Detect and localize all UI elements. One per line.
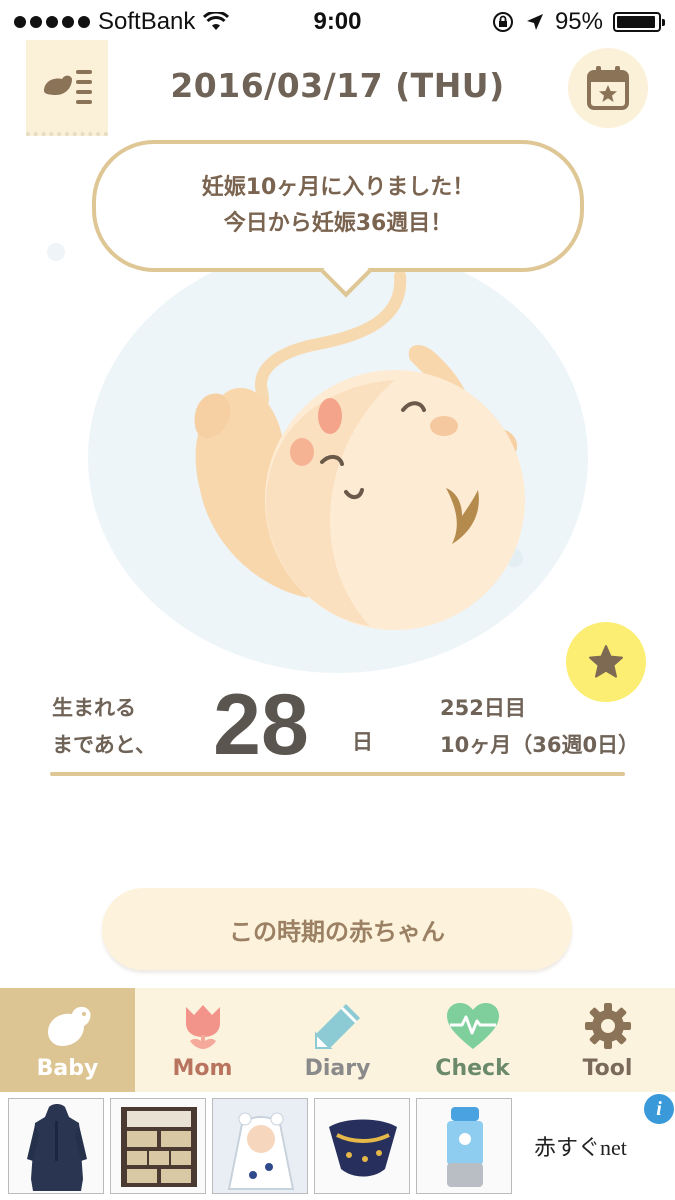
tulip-icon xyxy=(171,1000,235,1052)
calendar-button[interactable] xyxy=(568,48,648,128)
battery-icon xyxy=(613,12,665,32)
favorite-button[interactable] xyxy=(566,622,646,702)
days-unit: 日 xyxy=(352,730,373,754)
tab-check[interactable]: Check xyxy=(405,988,540,1092)
tab-label: Mom xyxy=(172,1056,233,1081)
tab-label: Tool xyxy=(582,1056,633,1081)
baby-this-period-button[interactable]: この時期の赤ちゃん xyxy=(102,888,572,970)
heart-pulse-icon xyxy=(441,1000,505,1052)
gear-icon xyxy=(576,1000,640,1052)
menu-list-icon xyxy=(44,70,92,104)
countdown-label-line-2: まであと、 xyxy=(52,733,156,757)
tab-diary[interactable]: Diary xyxy=(270,988,405,1092)
status-left: SoftBank xyxy=(14,8,230,36)
fetus-illustration xyxy=(47,243,588,673)
carrier-name: SoftBank xyxy=(98,8,196,35)
bubble-dot xyxy=(47,243,65,261)
page-title-date: 2016/03/17 (THU) xyxy=(170,66,505,105)
tab-label: Baby xyxy=(36,1056,99,1081)
ad-product-sippy-bottle[interactable] xyxy=(416,1098,512,1194)
ad-brand-logo[interactable]: 赤すぐnet xyxy=(534,1130,627,1162)
status-right: 95% xyxy=(491,8,665,36)
message-bubble: 妊娠10ヶ月に入りました！ 今日から妊娠36週目！ xyxy=(92,140,584,298)
bird-icon xyxy=(36,1000,100,1052)
hand xyxy=(430,416,458,436)
pencil-icon xyxy=(306,1000,370,1052)
countdown-label-line-1: 生まれる xyxy=(52,696,136,720)
ad-info-icon[interactable]: i xyxy=(644,1094,674,1124)
signal-strength-icon xyxy=(14,16,90,28)
month-week: 10ヶ月（36週0日） xyxy=(440,733,640,757)
tab-bar: Baby Mom Diary Check Tool xyxy=(0,988,675,1092)
tab-label: Check xyxy=(435,1056,510,1081)
ad-product-hooded-dress[interactable] xyxy=(8,1098,104,1194)
cheek xyxy=(318,398,342,434)
battery-percent: 95% xyxy=(554,8,603,35)
cheek xyxy=(290,438,314,466)
menu-button[interactable] xyxy=(26,40,108,136)
tab-tool[interactable]: Tool xyxy=(540,988,675,1092)
status-bar: SoftBank 9:00 95% xyxy=(0,0,675,44)
battery-level xyxy=(617,16,655,28)
bubble-line-1: 妊娠10ヶ月に入りました！ xyxy=(201,175,475,200)
location-arrow-icon xyxy=(526,14,543,30)
wifi-icon xyxy=(203,12,230,30)
ad-product-baby-poncho[interactable] xyxy=(212,1098,308,1194)
tab-baby[interactable]: Baby xyxy=(0,988,135,1092)
rotation-lock-icon xyxy=(492,12,513,32)
divider-line xyxy=(50,772,625,776)
days-remaining: 28 xyxy=(213,677,309,773)
tab-label: Diary xyxy=(304,1056,371,1081)
countdown-label: 生まれる まであと、 xyxy=(52,690,156,764)
ad-product-baby-sling[interactable] xyxy=(314,1098,410,1194)
star-icon xyxy=(589,645,623,678)
tab-mom[interactable]: Mom xyxy=(135,988,270,1092)
bubble-line-2: 今日から妊娠36週目！ xyxy=(223,211,453,236)
calendar-star-icon xyxy=(587,66,629,110)
ad-product-toy-shelf[interactable] xyxy=(110,1098,206,1194)
